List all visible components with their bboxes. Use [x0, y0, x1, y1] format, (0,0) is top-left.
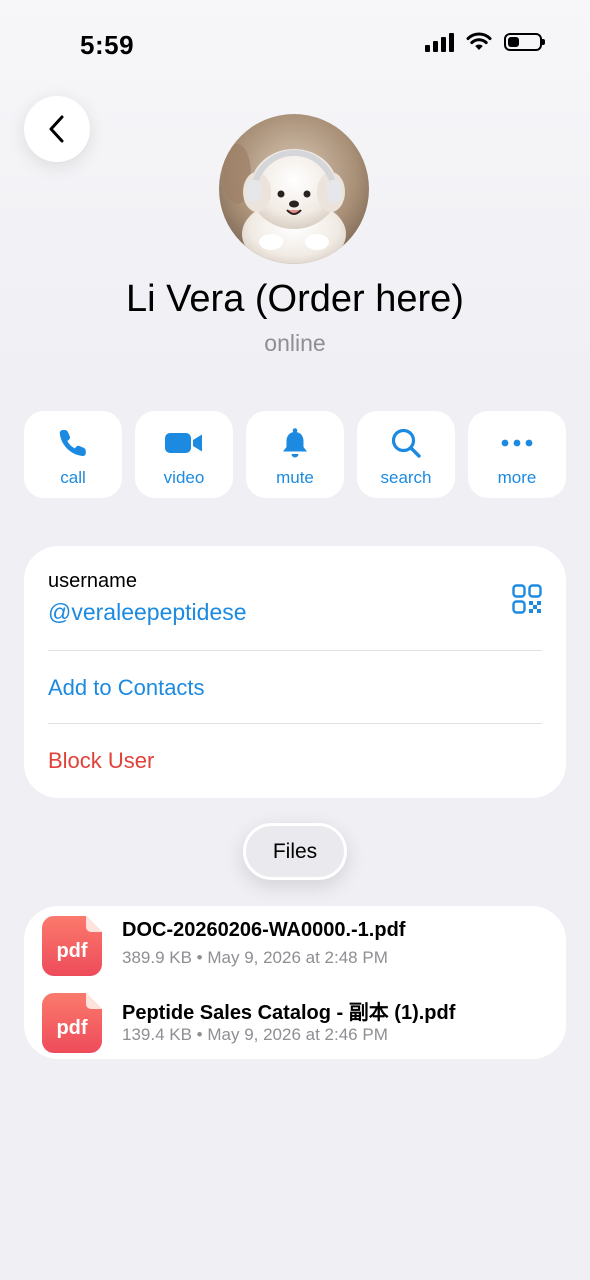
- battery-icon: [504, 33, 545, 51]
- file-name: Peptide Sales Catalog - 副本 (1).pdf: [122, 1002, 456, 1024]
- file-meta: 139.4 KB • May 9, 2026 at 2:46 PM: [122, 1025, 388, 1044]
- file-item[interactable]: pdf Peptide Sales Catalog - 副本 (1).pdf 1…: [24, 993, 566, 1063]
- tab-files[interactable]: Files: [243, 823, 347, 880]
- ellipsis-icon: [501, 439, 533, 447]
- username-label: username: [48, 570, 137, 592]
- file-item[interactable]: pdf DOC-20260206-WA0000.-1.pdf 389.9 KB …: [24, 916, 566, 986]
- battery-level-fill: [508, 37, 519, 47]
- avatar-image: [219, 114, 369, 264]
- action-button-row: call video mute search more: [24, 411, 566, 498]
- contact-name: Li Vera (Order here): [126, 278, 464, 320]
- search-label: search: [380, 468, 432, 487]
- status-time: 5:59: [80, 30, 135, 60]
- block-user-button[interactable]: Block User: [48, 748, 154, 774]
- file-size: 389.9 KB: [122, 948, 192, 967]
- files-list: pdf DOC-20260206-WA0000.-1.pdf 389.9 KB …: [24, 906, 566, 1059]
- phone-icon: [59, 430, 86, 457]
- wifi-icon: [466, 32, 492, 50]
- bell-icon: [283, 428, 307, 458]
- username-value[interactable]: @veraleepeptidese: [48, 599, 247, 626]
- add-to-contacts-button[interactable]: Add to Contacts: [48, 675, 205, 701]
- video-label: video: [163, 468, 205, 487]
- status-icons: [425, 32, 545, 52]
- search-button[interactable]: search: [357, 411, 455, 498]
- file-date: May 9, 2026 at 2:48 PM: [207, 948, 388, 967]
- file-type-label: pdf: [56, 940, 88, 962]
- file-type-label: pdf: [56, 1017, 88, 1039]
- mute-label: mute: [276, 468, 314, 487]
- more-button[interactable]: more: [468, 411, 566, 498]
- divider: [48, 650, 542, 651]
- video-camera-icon: [165, 433, 202, 453]
- file-size: 139.4 KB: [122, 1025, 192, 1044]
- video-button[interactable]: video: [135, 411, 233, 498]
- qr-code-icon[interactable]: [512, 584, 542, 614]
- chevron-left-icon: [49, 115, 64, 143]
- back-button[interactable]: [24, 96, 90, 162]
- magnifier-icon: [391, 428, 421, 458]
- call-button[interactable]: call: [24, 411, 122, 498]
- file-meta: 389.9 KB • May 9, 2026 at 2:48 PM: [122, 948, 388, 967]
- contact-status: online: [264, 330, 326, 356]
- pdf-file-icon: pdf: [42, 993, 102, 1053]
- avatar[interactable]: [219, 114, 369, 264]
- cellular-signal-icon: [425, 32, 454, 52]
- call-label: call: [60, 468, 86, 487]
- more-label: more: [497, 468, 537, 487]
- info-card: username @veraleepeptidese Add to Contac…: [24, 546, 566, 798]
- file-date: May 9, 2026 at 2:46 PM: [207, 1025, 388, 1044]
- divider: [48, 723, 542, 724]
- pdf-file-icon: pdf: [42, 916, 102, 976]
- file-name: DOC-20260206-WA0000.-1.pdf: [122, 919, 406, 941]
- mute-button[interactable]: mute: [246, 411, 344, 498]
- status-bar: 5:59: [0, 0, 590, 90]
